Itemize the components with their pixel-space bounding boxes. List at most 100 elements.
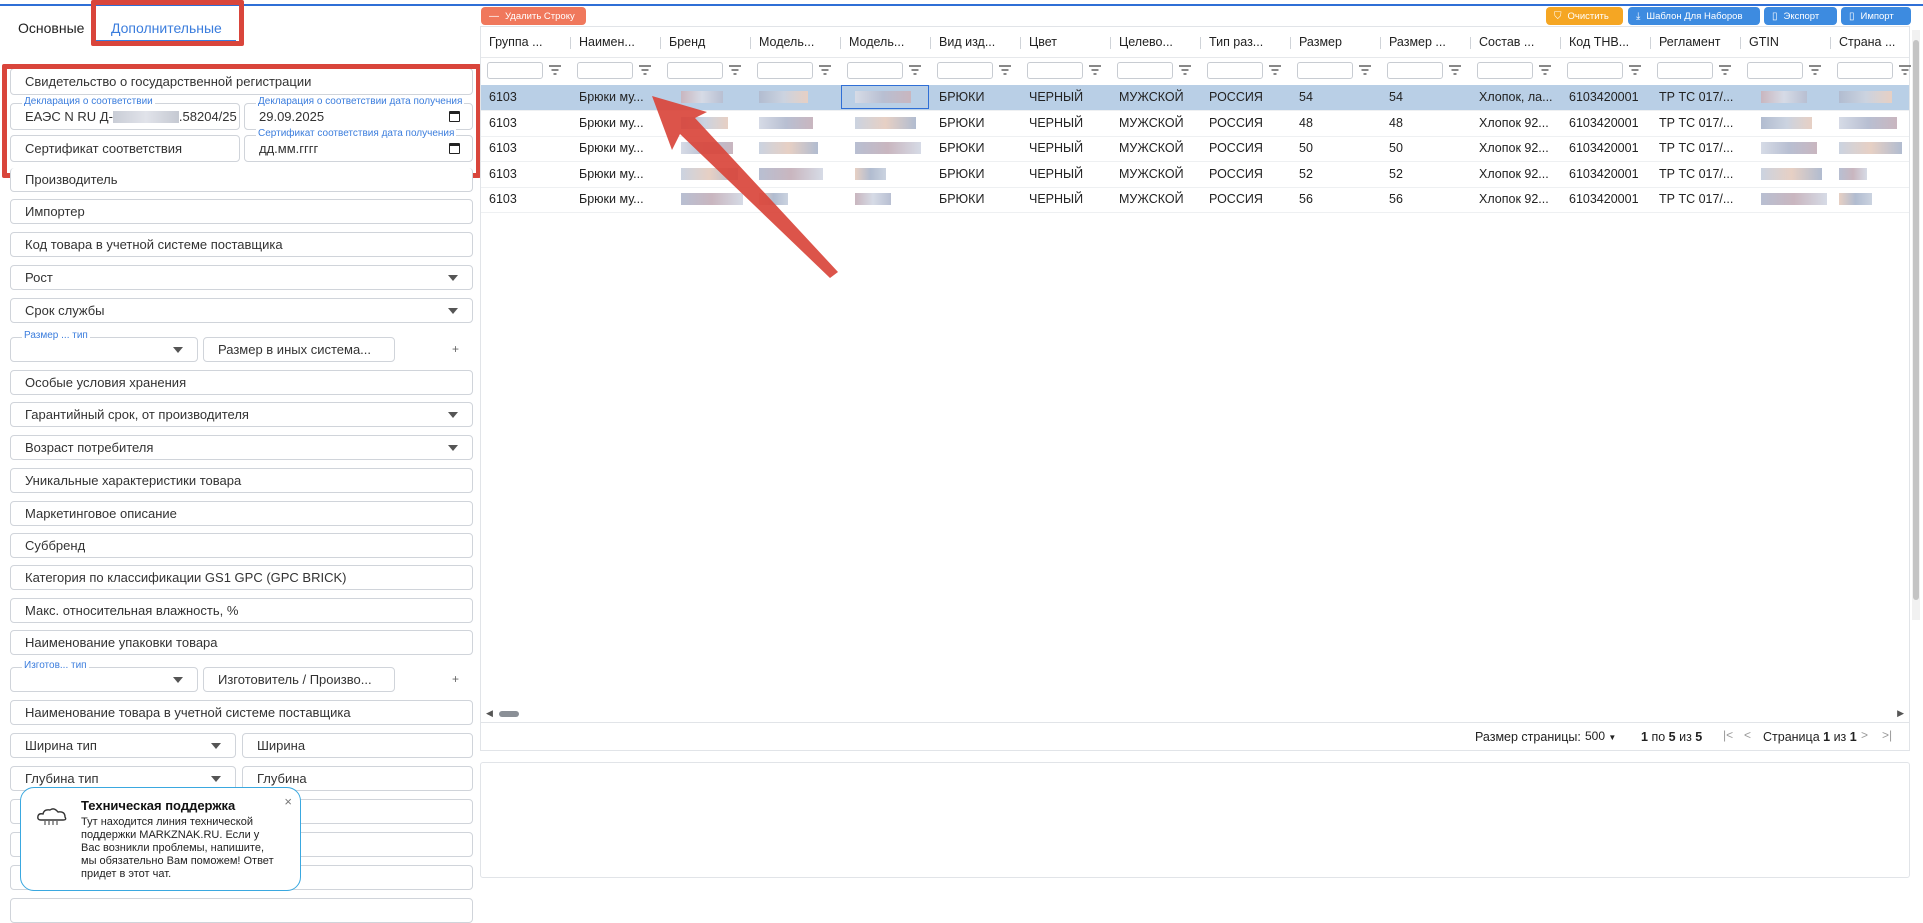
- service-life-select[interactable]: Срок службы: [10, 298, 473, 323]
- table-cell[interactable]: 48: [1291, 111, 1379, 136]
- table-cell[interactable]: МУЖСКОЙ: [1111, 162, 1199, 187]
- table-cell[interactable]: Брюки му...: [571, 162, 659, 187]
- filter-icon[interactable]: [1629, 65, 1641, 75]
- manufacturer-field[interactable]: Производитель: [10, 168, 473, 192]
- table-cell[interactable]: ТР ТС 017/...: [1651, 85, 1739, 110]
- column-resize-handle[interactable]: [1470, 37, 1471, 49]
- filter-icon[interactable]: [999, 65, 1011, 75]
- filter-icon[interactable]: [1809, 65, 1821, 75]
- supplier-code-field[interactable]: Код товара в учетной системе поставщика: [10, 232, 473, 257]
- table-cell[interactable]: Хлопок 92...: [1471, 136, 1559, 161]
- table-cell[interactable]: Хлопок, ла...: [1471, 85, 1559, 110]
- height-select[interactable]: Рост: [10, 265, 473, 290]
- filter-icon[interactable]: [819, 65, 831, 75]
- filter-icon[interactable]: [1359, 65, 1371, 75]
- column-header[interactable]: Регламент: [1651, 27, 1739, 57]
- filter-icon[interactable]: [1179, 65, 1191, 75]
- table-cell[interactable]: БРЮКИ: [931, 85, 1019, 110]
- column-resize-handle[interactable]: [1110, 37, 1111, 49]
- table-cell[interactable]: Брюки му...: [571, 85, 659, 110]
- form-field[interactable]: [10, 898, 473, 923]
- add-maker-button[interactable]: +: [452, 672, 459, 686]
- table-cell[interactable]: Хлопок 92...: [1471, 162, 1559, 187]
- subbrand-field[interactable]: Суббренд: [10, 533, 473, 558]
- table-cell[interactable]: МУЖСКОЙ: [1111, 136, 1199, 161]
- size-other-field[interactable]: Размер в иных система...: [203, 337, 395, 362]
- column-resize-handle[interactable]: [1290, 37, 1291, 49]
- table-cell[interactable]: 52: [1291, 162, 1379, 187]
- column-filter-input[interactable]: [1477, 62, 1533, 79]
- column-filter-input[interactable]: [757, 62, 813, 79]
- column-filter-input[interactable]: [937, 62, 993, 79]
- close-icon[interactable]: ×: [284, 794, 292, 809]
- package-name-field[interactable]: Наименование упаковки товара: [10, 630, 473, 655]
- table-cell[interactable]: 48: [1381, 111, 1469, 136]
- column-resize-handle[interactable]: [930, 37, 931, 49]
- tab-main[interactable]: Основные: [18, 20, 84, 36]
- column-header[interactable]: Состав ...: [1471, 27, 1559, 57]
- column-header[interactable]: Модель...: [751, 27, 839, 57]
- column-header[interactable]: Размер: [1291, 27, 1379, 57]
- column-header[interactable]: Код ТНВ...: [1561, 27, 1649, 57]
- column-resize-handle[interactable]: [1020, 37, 1021, 49]
- prev-page-icon[interactable]: <: [1744, 728, 1751, 742]
- table-cell[interactable]: БРЮКИ: [931, 187, 1019, 212]
- column-filter-input[interactable]: [1207, 62, 1263, 79]
- table-cell[interactable]: ТР ТС 017/...: [1651, 111, 1739, 136]
- column-header[interactable]: GTIN: [1741, 27, 1829, 57]
- table-cell[interactable]: 6103: [481, 111, 569, 136]
- table-cell[interactable]: 6103420001: [1561, 162, 1649, 187]
- table-cell[interactable]: ЧЕРНЫЙ: [1021, 187, 1109, 212]
- first-page-icon[interactable]: |<: [1723, 728, 1733, 742]
- vertical-scrollbar[interactable]: [1912, 30, 1920, 620]
- column-header[interactable]: Цвет: [1021, 27, 1109, 57]
- table-cell[interactable]: 54: [1381, 85, 1469, 110]
- table-cell[interactable]: 50: [1381, 136, 1469, 161]
- table-cell[interactable]: 56: [1291, 187, 1379, 212]
- table-cell[interactable]: Хлопок 92...: [1471, 111, 1559, 136]
- column-filter-input[interactable]: [577, 62, 633, 79]
- column-resize-handle[interactable]: [1560, 37, 1561, 49]
- table-cell[interactable]: 50: [1291, 136, 1379, 161]
- width-type-select[interactable]: Ширина тип: [10, 733, 236, 758]
- maker-field[interactable]: Изготовитель / Произво...: [203, 667, 395, 692]
- table-cell[interactable]: МУЖСКОЙ: [1111, 111, 1199, 136]
- table-cell[interactable]: РОССИЯ: [1201, 111, 1289, 136]
- table-cell[interactable]: ТР ТС 017/...: [1651, 187, 1739, 212]
- column-filter-input[interactable]: [847, 62, 903, 79]
- column-header[interactable]: Тип раз...: [1201, 27, 1289, 57]
- column-header[interactable]: Вид изд...: [931, 27, 1019, 57]
- table-cell[interactable]: ЧЕРНЫЙ: [1021, 85, 1109, 110]
- column-filter-input[interactable]: [1747, 62, 1803, 79]
- table-cell[interactable]: 54: [1291, 85, 1379, 110]
- table-cell[interactable]: 6103: [481, 136, 569, 161]
- table-cell[interactable]: БРЮКИ: [931, 136, 1019, 161]
- filter-icon[interactable]: [909, 65, 921, 75]
- column-header[interactable]: Модель...: [841, 27, 929, 57]
- column-filter-input[interactable]: [667, 62, 723, 79]
- filter-icon[interactable]: [729, 65, 741, 75]
- column-resize-handle[interactable]: [1830, 37, 1831, 49]
- table-cell[interactable]: РОССИЯ: [1201, 162, 1289, 187]
- scrollbar-thumb[interactable]: [1913, 40, 1919, 600]
- column-header[interactable]: Страна ...: [1831, 27, 1909, 57]
- scrollbar-thumb[interactable]: [499, 711, 519, 717]
- table-cell[interactable]: 6103420001: [1561, 85, 1649, 110]
- delete-row-button[interactable]: — Удалить Строку: [481, 7, 586, 25]
- unique-chars-field[interactable]: Уникальные характеристики товара: [10, 468, 473, 493]
- column-header[interactable]: Целево...: [1111, 27, 1199, 57]
- scroll-left-icon[interactable]: ◀: [486, 708, 493, 719]
- column-filter-input[interactable]: [1117, 62, 1173, 79]
- table-cell[interactable]: ЧЕРНЫЙ: [1021, 111, 1109, 136]
- table-cell[interactable]: МУЖСКОЙ: [1111, 85, 1199, 110]
- last-page-icon[interactable]: >|: [1882, 728, 1892, 742]
- table-cell[interactable]: ЧЕРНЫЙ: [1021, 162, 1109, 187]
- column-header[interactable]: Наимен...: [571, 27, 659, 57]
- table-cell[interactable]: 6103: [481, 187, 569, 212]
- import-button[interactable]: ▯ Импорт: [1841, 7, 1911, 25]
- filter-icon[interactable]: [1899, 65, 1911, 75]
- table-cell[interactable]: 6103420001: [1561, 136, 1649, 161]
- scroll-right-icon[interactable]: ▶: [1897, 708, 1904, 719]
- column-filter-input[interactable]: [1387, 62, 1443, 79]
- template-button[interactable]: ⤓ Шаблон Для Наборов: [1628, 7, 1760, 25]
